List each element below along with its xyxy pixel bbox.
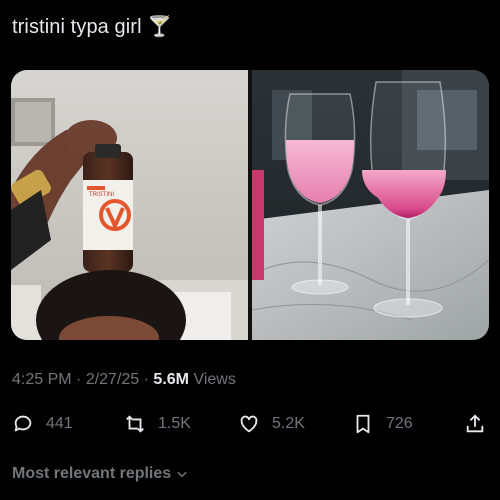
post-text: tristini typa girl 🍸 <box>12 16 173 38</box>
photo-bottle-on-head[interactable]: TRISTINI <box>11 70 248 340</box>
chevron-down-icon <box>177 471 187 478</box>
reply-button[interactable]: 441 <box>12 410 73 438</box>
reply-count: 441 <box>46 415 73 432</box>
heart-icon <box>240 415 258 433</box>
reply-icon <box>14 415 32 432</box>
bookmark-count: 726 <box>386 415 413 432</box>
share-icon <box>466 414 484 433</box>
like-button[interactable]: 5.2K <box>238 410 305 438</box>
photo-wine-glasses[interactable] <box>252 70 489 340</box>
like-count: 5.2K <box>272 415 305 432</box>
views-label: Views <box>189 371 236 388</box>
replies-sort-label: Most relevant replies <box>12 465 172 482</box>
bookmark-button[interactable]: 726 <box>352 410 413 438</box>
bottle-label: TRISTINI <box>89 192 114 198</box>
views-count: 5.6M <box>153 371 189 388</box>
repost-button[interactable]: 1.5K <box>124 410 191 438</box>
meta-separator: · <box>139 371 154 388</box>
bookmark-icon <box>356 414 370 434</box>
post-meta: 4:25 PM · 2/27/25 · 5.6M Views <box>12 371 236 389</box>
action-bar: 441 1.5K 5.2K 726 <box>12 410 488 438</box>
post-date[interactable]: 2/27/25 <box>86 371 139 388</box>
post-time[interactable]: 4:25 PM <box>12 371 72 388</box>
replies-sort-dropdown[interactable]: Most relevant replies <box>12 465 189 483</box>
post-media[interactable]: TRISTINI <box>11 70 489 340</box>
repost-icon <box>126 415 144 433</box>
repost-count: 1.5K <box>158 415 191 432</box>
meta-separator: · <box>71 371 86 388</box>
share-button[interactable] <box>464 410 486 438</box>
